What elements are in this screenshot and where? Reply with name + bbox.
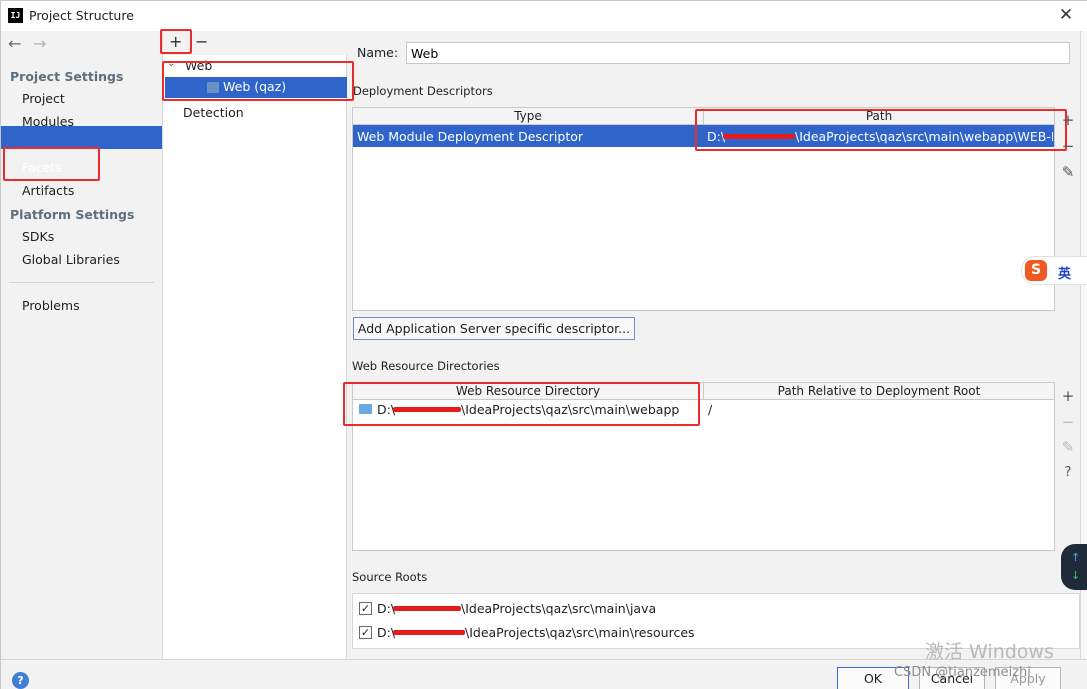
- forward-arrow-icon[interactable]: →: [33, 34, 46, 53]
- project-structure-dialog: IJ Project Structure ✕ ← → Project Setti…: [0, 0, 1087, 689]
- descriptor-type-cell: Web Module Deployment Descriptor: [357, 129, 584, 144]
- column-header-type[interactable]: Type: [353, 108, 704, 125]
- sidebar-divider: [9, 282, 154, 283]
- facet-tree-panel: [163, 55, 347, 659]
- annotation-box-facets: [3, 147, 100, 181]
- add-descriptor-button[interactable]: +: [1059, 111, 1077, 129]
- annotation-box-web-resource: [343, 382, 700, 426]
- remove-facet-button[interactable]: −: [195, 32, 208, 52]
- scroll-widget[interactable]: ↑ ↓: [1061, 544, 1087, 590]
- redaction-mark: [393, 606, 461, 611]
- tree-node-detection[interactable]: Detection: [183, 105, 244, 120]
- annotation-box-path: [695, 109, 1067, 151]
- scroll-up-icon[interactable]: ↑: [1071, 551, 1080, 564]
- column-header-relative-path[interactable]: Path Relative to Deployment Root: [704, 383, 1054, 400]
- web-resource-relative-path: /: [708, 402, 713, 417]
- source-root-suffix: \IdeaProjects\qaz\src\main\java: [461, 601, 657, 616]
- annotation-box-add: [160, 29, 192, 54]
- sogou-ime-icon[interactable]: S: [1025, 260, 1047, 281]
- windows-activation-watermark: 激活 Windows: [925, 641, 1054, 663]
- redaction-mark: [393, 630, 465, 635]
- source-roots-heading: Source Roots: [352, 570, 428, 584]
- add-web-resource-button[interactable]: +: [1059, 387, 1077, 405]
- csdn-watermark: CSDN @tianzemeizhi: [894, 665, 1031, 680]
- sidebar-item-global-libraries[interactable]: Global Libraries: [22, 252, 120, 267]
- remove-descriptor-button[interactable]: −: [1059, 137, 1077, 155]
- ime-language-indicator[interactable]: 英: [1058, 263, 1071, 282]
- remove-web-resource-button[interactable]: −: [1059, 413, 1077, 431]
- edit-descriptor-icon[interactable]: ✎: [1059, 163, 1077, 181]
- project-settings-heading: Project Settings: [10, 69, 124, 84]
- sidebar-item-project[interactable]: Project: [22, 91, 65, 106]
- window-title: Project Structure: [29, 8, 134, 23]
- name-label: Name:: [357, 45, 399, 60]
- close-button[interactable]: ✕: [1053, 3, 1079, 27]
- title-bar: IJ Project Structure ✕: [1, 1, 1087, 31]
- source-root-checkbox[interactable]: ✓: [359, 602, 372, 615]
- web-resource-directories-heading: Web Resource Directories: [352, 359, 500, 373]
- back-arrow-icon[interactable]: ←: [8, 34, 21, 53]
- platform-settings-heading: Platform Settings: [10, 207, 135, 222]
- sidebar-item-facets-selected[interactable]: [1, 126, 162, 149]
- annotation-box-web-facet: [162, 61, 354, 101]
- source-root-checkbox[interactable]: ✓: [359, 626, 372, 639]
- sidebar-item-sdks[interactable]: SDKs: [22, 229, 54, 244]
- sidebar-item-problems[interactable]: Problems: [22, 298, 80, 313]
- add-server-descriptor-button[interactable]: Add Application Server specific descript…: [353, 317, 635, 340]
- source-root-suffix: \IdeaProjects\qaz\src\main\resources: [465, 625, 695, 640]
- help-icon[interactable]: ?: [1059, 465, 1077, 480]
- name-input[interactable]: [406, 42, 1070, 64]
- help-button[interactable]: ?: [12, 672, 29, 689]
- sidebar-item-artifacts[interactable]: Artifacts: [22, 183, 74, 198]
- edit-web-resource-icon[interactable]: ✎: [1059, 438, 1077, 456]
- intellij-logo-icon: IJ: [8, 8, 23, 23]
- deployment-descriptors-heading: Deployment Descriptors: [353, 84, 493, 98]
- scroll-down-icon[interactable]: ↓: [1071, 569, 1080, 582]
